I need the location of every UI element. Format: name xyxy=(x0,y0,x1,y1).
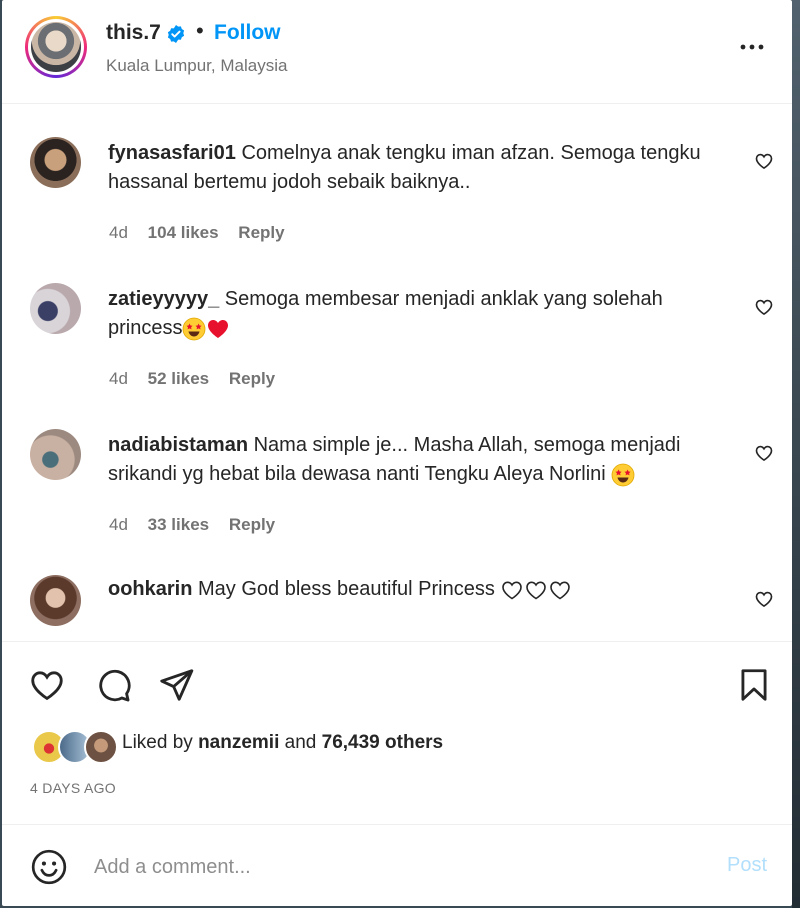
white-heart-emoji-icon xyxy=(526,581,547,600)
white-heart-emoji-icon xyxy=(502,581,523,600)
star-struck-emoji-icon xyxy=(183,317,206,341)
comment-age[interactable]: 4d xyxy=(109,223,128,242)
like-comment-heart-icon[interactable] xyxy=(754,297,774,317)
red-heart-emoji-icon xyxy=(208,319,229,338)
reply-button[interactable]: Reply xyxy=(229,515,275,534)
comment-body: May God bless beautiful Princess xyxy=(198,578,495,600)
comment-meta: 4d 104 likes Reply xyxy=(109,223,300,243)
commenter-username[interactable]: zatieyyyyy_ xyxy=(108,288,219,310)
header-separator: • xyxy=(196,18,204,43)
commenter-username[interactable]: oohkarin xyxy=(108,578,192,600)
author-username[interactable]: this.7 xyxy=(106,21,161,45)
comment-text: nadiabistaman Nama simple je... Masha Al… xyxy=(108,431,718,489)
liked-by-conjunction: and xyxy=(284,732,317,753)
add-comment-bar: Post xyxy=(2,824,792,906)
post-location[interactable]: Kuala Lumpur, Malaysia xyxy=(106,56,287,76)
white-heart-emoji-icon xyxy=(550,581,571,600)
more-options-icon[interactable] xyxy=(738,33,766,61)
star-struck-emoji-icon xyxy=(611,463,635,487)
liked-by-prefix: Liked by xyxy=(122,732,193,753)
like-heart-icon[interactable] xyxy=(28,666,66,704)
comment-meta: 4d 52 likes Reply xyxy=(109,369,290,389)
liked-by-others-count[interactable]: 76,439 others xyxy=(322,732,443,753)
liked-by-user[interactable]: nanzemii xyxy=(198,732,279,753)
comment-likes[interactable]: 104 likes xyxy=(148,223,219,242)
comment-bubble-icon[interactable] xyxy=(94,666,132,704)
like-comment-heart-icon[interactable] xyxy=(754,443,774,463)
comment-age[interactable]: 4d xyxy=(109,515,128,534)
commenter-avatar[interactable] xyxy=(30,137,81,188)
add-comment-input[interactable] xyxy=(92,848,696,886)
comment-item: oohkarin May God bless beautiful Princes… xyxy=(2,542,792,640)
comment-likes[interactable]: 52 likes xyxy=(148,369,209,388)
commenter-avatar[interactable] xyxy=(30,429,81,480)
emoji-picker-icon[interactable] xyxy=(30,848,68,886)
reply-button[interactable]: Reply xyxy=(229,369,275,388)
background-edge xyxy=(792,0,800,908)
post-timestamp[interactable]: 4 DAYS AGO xyxy=(30,780,116,796)
follow-button[interactable]: Follow xyxy=(214,21,281,45)
comment-item: fynasasfari01 Comelnya anak tengku iman … xyxy=(2,104,792,244)
like-comment-heart-icon[interactable] xyxy=(754,151,774,171)
author-avatar[interactable] xyxy=(25,16,87,78)
save-bookmark-icon[interactable] xyxy=(735,666,773,704)
commenter-username[interactable]: nadiabistaman xyxy=(108,434,248,456)
commenter-avatar[interactable] xyxy=(30,575,81,626)
comment-text: zatieyyyyy_ Semoga membesar menjadi ankl… xyxy=(108,285,718,343)
comment-meta: 4d 33 likes Reply xyxy=(109,515,290,535)
post-header: this.7 • Follow Kuala Lumpur, Malaysia xyxy=(2,0,792,104)
post-dialog: this.7 • Follow Kuala Lumpur, Malaysia f… xyxy=(2,0,792,906)
liked-by-text: Liked by nanzemii and 76,439 others xyxy=(122,732,443,754)
liked-by-avatars[interactable] xyxy=(32,730,118,764)
like-comment-heart-icon[interactable] xyxy=(754,589,774,609)
commenter-avatar[interactable] xyxy=(30,283,81,334)
comment-text: fynasasfari01 Comelnya anak tengku iman … xyxy=(108,139,718,197)
reply-button[interactable]: Reply xyxy=(238,223,284,242)
comment-text: oohkarin May God bless beautiful Princes… xyxy=(108,575,718,604)
verified-badge-icon xyxy=(167,25,185,43)
comment-item: nadiabistaman Nama simple je... Masha Al… xyxy=(2,396,792,536)
comment-item: zatieyyyyy_ Semoga membesar menjadi ankl… xyxy=(2,250,792,390)
share-paper-plane-icon[interactable] xyxy=(157,666,195,704)
commenter-username[interactable]: fynasasfari01 xyxy=(108,142,236,164)
comment-age[interactable]: 4d xyxy=(109,369,128,388)
comment-likes[interactable]: 33 likes xyxy=(148,515,209,534)
post-comment-button[interactable]: Post xyxy=(727,854,767,877)
